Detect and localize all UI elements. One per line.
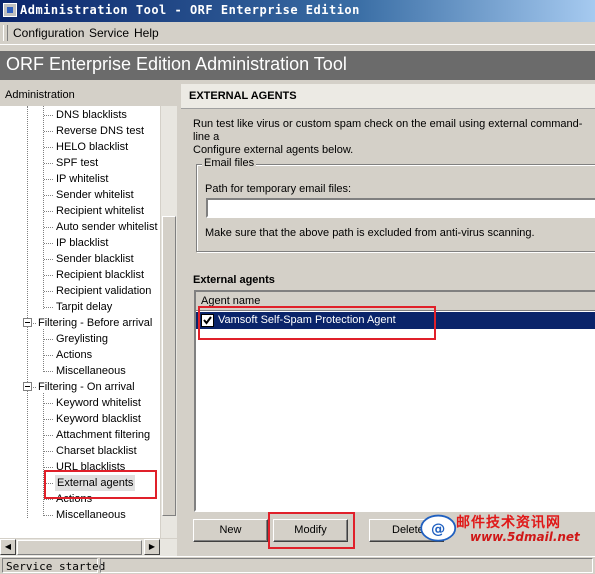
- menu-bar: Configuration Service Help: [0, 22, 595, 45]
- external-agents-label: External agents: [193, 274, 275, 286]
- tree-connector: [43, 106, 44, 309]
- tree-horizontal-scrollbar[interactable]: ◀ ▶: [0, 538, 177, 556]
- tree-item-attachment-filtering[interactable]: Attachment filtering: [56, 428, 150, 442]
- status-text: Service started: [6, 560, 106, 573]
- title-bar: Administration Tool - ORF Enterprise Edi…: [0, 0, 595, 22]
- svg-text:@: @: [431, 521, 445, 537]
- tree-connector: [27, 106, 28, 518]
- section-header: EXTERNAL AGENTS: [181, 84, 595, 109]
- menu-service[interactable]: Service: [89, 26, 129, 40]
- section-title: EXTERNAL AGENTS: [189, 90, 297, 102]
- tree-item-recipient-validation[interactable]: Recipient validation: [56, 284, 151, 298]
- tree-item-keyword-whitelist[interactable]: Keyword whitelist: [56, 396, 141, 410]
- new-button[interactable]: New: [193, 519, 268, 542]
- panel-description: Run test like virus or custom spam check…: [193, 118, 583, 156]
- window-title: Administration Tool - ORF Enterprise Edi…: [20, 3, 360, 17]
- tree-item-recipient-whitelist[interactable]: Recipient whitelist: [56, 204, 144, 218]
- temp-path-input[interactable]: [206, 198, 595, 218]
- tree-connector: [43, 329, 44, 372]
- collapse-icon[interactable]: [23, 318, 32, 327]
- email-files-label: Email files: [202, 157, 257, 169]
- scroll-left-icon[interactable]: ◀: [0, 539, 16, 555]
- scroll-thumb[interactable]: [17, 540, 142, 555]
- banner-title: ORF Enterprise Edition Administration To…: [6, 54, 347, 74]
- tree-item-tarpit-delay[interactable]: Tarpit delay: [56, 300, 112, 314]
- watermark-url: www.5dmail.net: [470, 530, 580, 544]
- tree-item-dns-blacklists[interactable]: DNS blacklists: [56, 108, 127, 122]
- watermark: @ 邮件技术资讯网 www.5dmail.net: [420, 512, 595, 552]
- tree-item-spf-test[interactable]: SPF test: [56, 156, 98, 170]
- tree-item-ip-whitelist[interactable]: IP whitelist: [56, 172, 108, 186]
- collapse-icon[interactable]: [23, 382, 32, 391]
- app-banner: ORF Enterprise Edition Administration To…: [0, 51, 595, 80]
- watermark-cn-text: 邮件技术资讯网: [456, 515, 561, 531]
- watermark-logo-icon: @: [420, 514, 457, 542]
- tree-item-keyword-blacklist[interactable]: Keyword blacklist: [56, 412, 141, 426]
- status-pane: Service started: [2, 558, 105, 573]
- status-bar: Service started: [0, 556, 595, 574]
- tree-group-filtering-on-arrival[interactable]: Filtering - On arrival: [38, 380, 135, 394]
- tree-item-auto-sender-whitelist[interactable]: Auto sender whitelist: [56, 220, 158, 234]
- tree-item-sender-whitelist[interactable]: Sender whitelist: [56, 188, 134, 202]
- app-icon: [3, 3, 17, 17]
- menu-grip: [3, 25, 8, 41]
- tree-item-recipient-blacklist[interactable]: Recipient blacklist: [56, 268, 144, 282]
- highlight-external-agents: [44, 470, 157, 499]
- antivirus-note: Make sure that the above path is exclude…: [205, 227, 535, 239]
- status-pane-empty: [100, 558, 593, 573]
- tree-item-greylisting[interactable]: Greylisting: [56, 332, 108, 346]
- highlight-modify-button: [268, 512, 355, 549]
- tree-vertical-scrollbar[interactable]: [160, 106, 178, 538]
- tree-item-charset-blacklist[interactable]: Charset blacklist: [56, 444, 137, 458]
- scroll-right-icon[interactable]: ▶: [144, 539, 160, 555]
- tree-item-reverse-dns-test[interactable]: Reverse DNS test: [56, 124, 144, 138]
- tree-item-actions-before[interactable]: Actions: [56, 348, 92, 362]
- highlight-agent-row: [198, 306, 436, 340]
- tree-item-ip-blacklist[interactable]: IP blacklist: [56, 236, 108, 250]
- tree-header-label: Administration: [5, 89, 75, 101]
- tree-item-sender-blacklist[interactable]: Sender blacklist: [56, 252, 134, 266]
- tree-item-miscellaneous-before[interactable]: Miscellaneous: [56, 364, 126, 378]
- tree-item-miscellaneous-on-arrival[interactable]: Miscellaneous: [56, 508, 126, 522]
- tree-group-filtering-before-arrival[interactable]: Filtering - Before arrival: [38, 316, 152, 330]
- temp-path-label: Path for temporary email files:: [205, 183, 352, 195]
- tree-item-helo-blacklist[interactable]: HELO blacklist: [56, 140, 128, 154]
- scroll-thumb[interactable]: [162, 216, 176, 516]
- tree-header: Administration: [0, 84, 177, 107]
- menu-help[interactable]: Help: [134, 26, 159, 40]
- menu-configuration[interactable]: Configuration: [13, 26, 84, 40]
